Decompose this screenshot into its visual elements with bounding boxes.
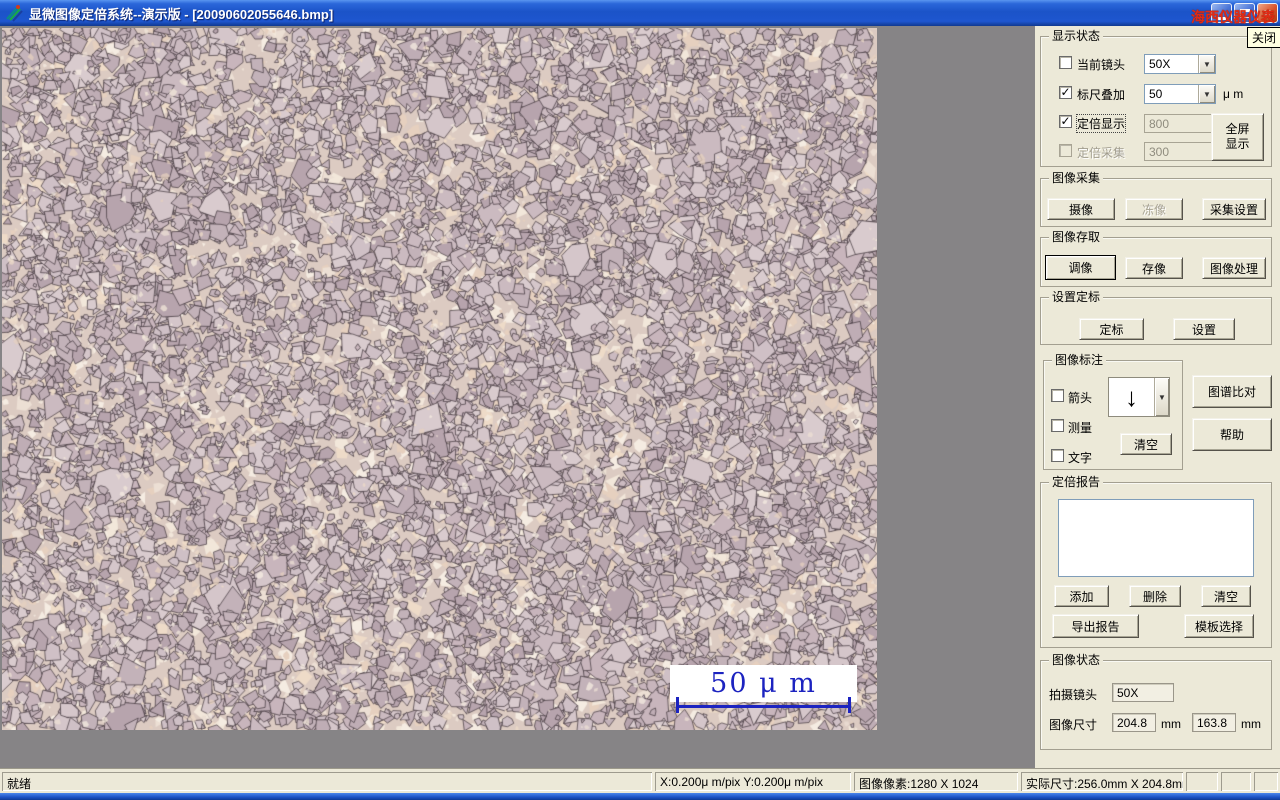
lens-field-value: 50X — [1112, 683, 1174, 702]
report-listbox[interactable] — [1058, 499, 1254, 577]
group-annotation-legend: 图像标注 — [1052, 353, 1107, 367]
group-image-status: 图像状态 拍摄镜头 50X 图像尺寸 204.8 mm 163.8 mm — [1040, 653, 1272, 750]
chevron-down-icon[interactable]: ▼ — [1198, 85, 1215, 103]
scale-bar-label: 50 μ m — [670, 665, 857, 702]
arrow-checkbox[interactable]: ✓ — [1051, 389, 1064, 402]
status-bar: 就绪 X:0.200μ m/pix Y:0.200μ m/pix 图像像素:12… — [0, 768, 1280, 793]
status-ready: 就绪 — [2, 772, 652, 791]
window-bottom-border — [0, 793, 1280, 800]
group-report-legend: 定倍报告 — [1049, 475, 1104, 489]
brand-watermark: 海西仪器仪表 — [1191, 9, 1275, 25]
group-capture: 图像采集 摄像 冻像 采集设置 — [1040, 171, 1272, 227]
measure-label: 测量 — [1068, 421, 1093, 435]
group-display-status-legend: 显示状态 — [1049, 29, 1104, 43]
report-clear-button[interactable]: 清空 — [1201, 585, 1251, 607]
group-calibration-legend: 设置定标 — [1049, 290, 1104, 304]
chevron-down-icon[interactable]: ▼ — [1154, 378, 1169, 416]
close-tooltip: 关闭 — [1247, 27, 1280, 48]
scale-overlay-unit: μ m — [1223, 87, 1244, 101]
group-storage: 图像存取 调像 存像 图像处理 — [1040, 230, 1272, 287]
control-panel: 显示状态 ✓ 当前镜头 50X ▼ ✓ 标尺叠加 50 ▼ μ m ✓ 定倍显示… — [1035, 26, 1280, 768]
micrograph-canvas[interactable] — [2, 28, 877, 730]
group-image-status-legend: 图像状态 — [1049, 653, 1104, 667]
group-report: 定倍报告 添加 删除 清空 导出报告 模板选择 — [1040, 475, 1272, 648]
scale-overlay-checkbox[interactable]: ✓ — [1059, 86, 1072, 99]
capture-settings-button[interactable]: 采集设置 — [1202, 198, 1266, 220]
save-image-button[interactable]: 存像 — [1125, 257, 1183, 279]
application-window: 显微图像定倍系统--演示版 - [20090602055646.bmp] × 海… — [0, 0, 1280, 800]
image-height-unit: mm — [1241, 717, 1261, 731]
scale-bar-text: 50 μ m — [710, 668, 817, 699]
export-report-button[interactable]: 导出报告 — [1052, 614, 1139, 638]
current-lens-label: 当前镜头 — [1077, 58, 1126, 72]
arrow-down-icon: ↓ — [1125, 381, 1138, 412]
arrow-label: 箭头 — [1068, 391, 1093, 405]
image-height-value: 163.8 — [1192, 713, 1236, 732]
current-lens-select[interactable]: 50X ▼ — [1144, 54, 1216, 74]
shoot-button[interactable]: 摄像 — [1047, 198, 1115, 220]
load-image-button[interactable]: 调像 — [1045, 255, 1116, 280]
atlas-compare-button[interactable]: 图谱比对 — [1192, 375, 1272, 408]
image-width-value: 204.8 — [1112, 713, 1156, 732]
group-display-status: 显示状态 ✓ 当前镜头 50X ▼ ✓ 标尺叠加 50 ▼ μ m ✓ 定倍显示… — [1040, 29, 1272, 167]
calibrate-button[interactable]: 定标 — [1079, 318, 1144, 340]
image-process-button[interactable]: 图像处理 — [1202, 257, 1266, 279]
report-delete-button[interactable]: 删除 — [1129, 585, 1181, 607]
fixed-display-checkbox[interactable]: ✓ — [1059, 115, 1072, 128]
fixed-capture-input: 300 — [1144, 142, 1216, 161]
fixed-capture-label: 定倍采集 — [1077, 146, 1126, 160]
group-annotation: 图像标注 ✓ 箭头 ✓ 测量 ✓ 文字 ↓ ▼ 清空 — [1043, 353, 1183, 470]
fixed-display-input: 800 — [1144, 114, 1216, 133]
fullscreen-button[interactable]: 全屏 显示 — [1211, 113, 1264, 161]
group-calibration: 设置定标 定标 设置 — [1040, 290, 1272, 345]
help-button[interactable]: 帮助 — [1192, 418, 1272, 451]
current-lens-checkbox[interactable]: ✓ — [1059, 56, 1072, 69]
scale-bar-line — [677, 705, 850, 708]
scale-bar-tick-right — [848, 697, 851, 713]
window-title: 显微图像定倍系统--演示版 - [20090602055646.bmp] — [29, 6, 334, 22]
image-width-unit: mm — [1161, 717, 1181, 731]
status-actual-size: 实际尺寸:256.0mm X 204.8mm — [1021, 772, 1183, 791]
text-checkbox[interactable]: ✓ — [1051, 449, 1064, 462]
status-resolution: X:0.200μ m/pix Y:0.200μ m/pix — [655, 772, 851, 791]
app-icon — [6, 5, 23, 22]
lens-field-label: 拍摄镜头 — [1049, 688, 1098, 702]
status-empty-2 — [1221, 772, 1251, 791]
image-size-label: 图像尺寸 — [1049, 718, 1098, 732]
group-storage-legend: 图像存取 — [1049, 230, 1104, 244]
status-empty-1 — [1186, 772, 1218, 791]
freeze-button: 冻像 — [1125, 198, 1183, 220]
scale-overlay-select[interactable]: 50 ▼ — [1144, 84, 1216, 104]
scale-overlay-label: 标尺叠加 — [1077, 88, 1126, 102]
scale-bar-tick-left — [676, 697, 679, 713]
template-select-button[interactable]: 模板选择 — [1184, 614, 1254, 638]
title-bar: 显微图像定倍系统--演示版 - [20090602055646.bmp] × 海… — [0, 0, 1280, 26]
status-pixels: 图像像素:1280 X 1024 — [854, 772, 1018, 791]
measure-checkbox[interactable]: ✓ — [1051, 419, 1064, 432]
report-add-button[interactable]: 添加 — [1054, 585, 1109, 607]
annotation-clear-button[interactable]: 清空 — [1120, 433, 1172, 455]
text-label: 文字 — [1068, 451, 1093, 465]
calibration-settings-button[interactable]: 设置 — [1173, 318, 1235, 340]
status-empty-3 — [1254, 772, 1278, 791]
fixed-capture-checkbox: ✓ — [1059, 144, 1072, 157]
fixed-display-label: 定倍显示 — [1075, 114, 1127, 133]
chevron-down-icon[interactable]: ▼ — [1198, 55, 1215, 73]
group-capture-legend: 图像采集 — [1049, 171, 1104, 185]
arrow-style-select[interactable]: ↓ ▼ — [1108, 377, 1170, 417]
